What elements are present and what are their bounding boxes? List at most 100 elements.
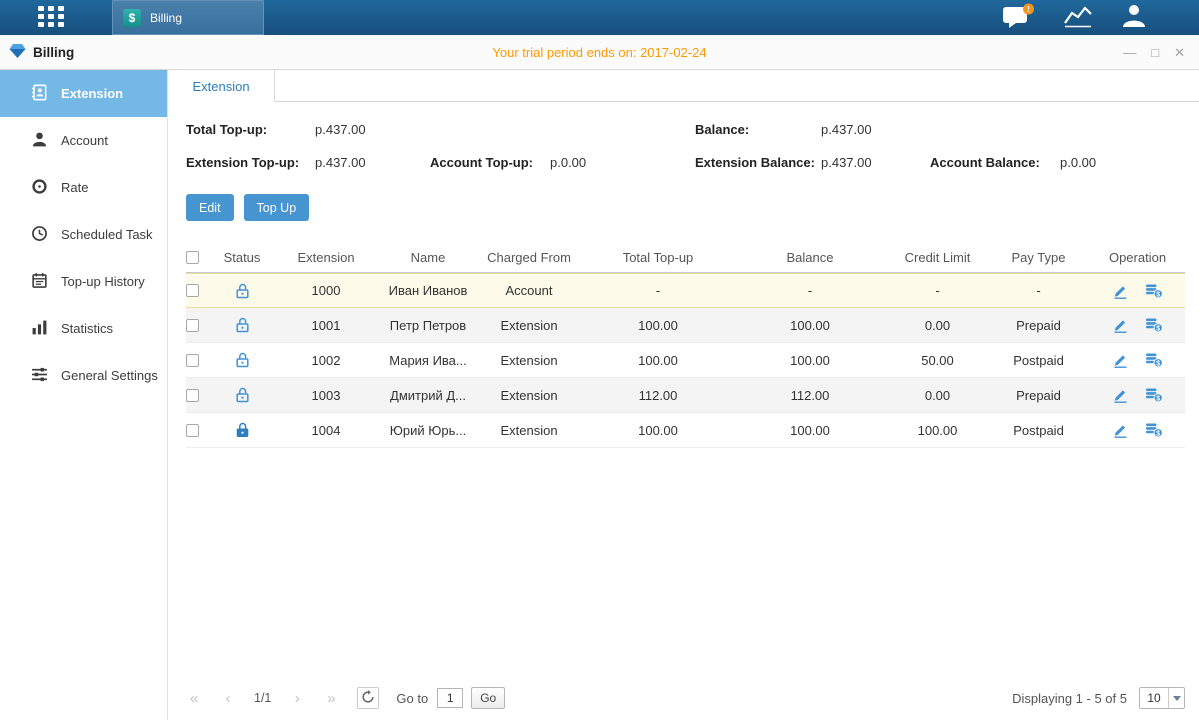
- billing-app-tab-label: Billing: [150, 11, 182, 25]
- sidebar-item-statistics[interactable]: Statistics: [0, 305, 167, 352]
- cell-charged_from: Extension: [476, 423, 582, 438]
- user-icon: [1121, 3, 1147, 32]
- cell-balance: -: [734, 283, 886, 298]
- cell-credit_limit: 100.00: [886, 423, 989, 438]
- sliders-icon: [31, 366, 48, 386]
- row-checkbox[interactable]: [186, 354, 199, 367]
- col-pay-type: Pay Type: [989, 250, 1088, 265]
- clock-icon: [31, 225, 48, 245]
- row-checkbox[interactable]: [186, 319, 199, 332]
- prev-page-icon[interactable]: ‹: [220, 690, 236, 707]
- refresh-icon: [361, 690, 375, 707]
- edit-pencil-icon[interactable]: [1112, 387, 1129, 403]
- col-status: Status: [212, 250, 272, 265]
- edit-pencil-icon[interactable]: [1112, 283, 1129, 299]
- col-extension: Extension: [272, 250, 380, 265]
- calendar-icon: [31, 272, 48, 292]
- extension-topup-label: Extension Top-up:: [186, 155, 315, 170]
- sidebar-item-scheduled-task[interactable]: Scheduled Task: [0, 211, 167, 258]
- cell-charged_from: Account: [476, 283, 582, 298]
- cell-balance: 100.00: [734, 353, 886, 368]
- maximize-icon[interactable]: □: [1151, 46, 1159, 59]
- select-all-checkbox[interactable]: [186, 251, 199, 264]
- apps-grid-button[interactable]: [38, 6, 66, 30]
- row-topup-icon[interactable]: $: [1145, 422, 1163, 438]
- top-bar: $ Billing !: [0, 0, 1199, 35]
- account-balance-value: p.0.00: [1060, 155, 1185, 170]
- minimize-icon[interactable]: —: [1123, 46, 1136, 59]
- row-topup-icon[interactable]: $: [1145, 352, 1163, 368]
- status-lock-icon: [235, 422, 250, 438]
- row-checkbox[interactable]: [186, 424, 199, 437]
- table-row: 1001 Петр Петров Extension 100.00 100.00…: [186, 308, 1185, 343]
- edit-pencil-icon[interactable]: [1112, 317, 1129, 333]
- go-button[interactable]: Go: [471, 687, 505, 709]
- table-header: Status Extension Name Charged From Total…: [186, 243, 1185, 273]
- reports-button[interactable]: [1063, 4, 1093, 31]
- refresh-button[interactable]: [357, 687, 379, 709]
- trial-notice: Your trial period ends on: 2017-02-24: [0, 45, 1199, 60]
- cell-extension: 1004: [272, 423, 380, 438]
- svg-text:$: $: [1156, 360, 1160, 367]
- edit-pencil-icon[interactable]: [1112, 352, 1129, 368]
- billing-app-tab[interactable]: $ Billing: [112, 0, 264, 35]
- row-topup-icon[interactable]: $: [1145, 283, 1163, 299]
- rate-ring-icon: [31, 178, 48, 198]
- table-row: 1000 Иван Иванов Account - - - -: [186, 273, 1185, 308]
- cell-total_topup: 100.00: [582, 318, 734, 333]
- window-title: Billing: [33, 45, 74, 60]
- cell-balance: 100.00: [734, 318, 886, 333]
- table-row: 1004 Юрий Юрь... Extension 100.00 100.00…: [186, 413, 1185, 448]
- row-checkbox[interactable]: [186, 284, 199, 297]
- user-menu-button[interactable]: [1121, 3, 1147, 32]
- sidebar-item-account[interactable]: Account: [0, 117, 167, 164]
- tab-extension-label: Extension: [192, 79, 249, 94]
- row-topup-icon[interactable]: $: [1145, 317, 1163, 333]
- first-page-icon[interactable]: «: [186, 690, 202, 707]
- cell-balance: 112.00: [734, 388, 886, 403]
- status-lock-icon: [235, 352, 250, 368]
- sidebar-item-label: Extension: [61, 86, 123, 101]
- last-page-icon[interactable]: »: [323, 690, 339, 707]
- cell-credit_limit: 50.00: [886, 353, 989, 368]
- col-total-topup: Total Top-up: [582, 250, 734, 265]
- sidebar-item-extension[interactable]: Extension: [0, 70, 167, 117]
- sidebar-item-label: Top-up History: [61, 274, 145, 289]
- sidebar-item-label: Scheduled Task: [61, 227, 153, 242]
- status-lock-icon: [235, 317, 250, 333]
- sidebar-item-rate[interactable]: Rate: [0, 164, 167, 211]
- tab-extension[interactable]: Extension: [168, 70, 275, 102]
- svg-text:$: $: [1156, 291, 1160, 298]
- top-up-button[interactable]: Top Up: [244, 194, 310, 221]
- displaying-text: Displaying 1 - 5 of 5: [1012, 691, 1127, 706]
- svg-text:$: $: [1156, 395, 1160, 402]
- sidebar: Extension Account Rate: [0, 70, 168, 720]
- close-icon[interactable]: ✕: [1174, 46, 1185, 59]
- sidebar-item-label: Account: [61, 133, 108, 148]
- col-name: Name: [380, 250, 476, 265]
- col-balance: Balance: [734, 250, 886, 265]
- row-topup-icon[interactable]: $: [1145, 387, 1163, 403]
- cell-charged_from: Extension: [476, 388, 582, 403]
- page-size-select[interactable]: 10: [1139, 687, 1185, 709]
- goto-label: Go to: [396, 691, 428, 706]
- next-page-icon[interactable]: ›: [289, 690, 305, 707]
- cell-charged_from: Extension: [476, 318, 582, 333]
- total-topup-label: Total Top-up:: [186, 122, 315, 137]
- cell-name: Юрий Юрь...: [380, 423, 476, 438]
- sidebar-item-general-settings[interactable]: General Settings: [0, 352, 167, 399]
- extension-balance-value: p.437.00: [821, 155, 930, 170]
- apps-grid-icon: [38, 6, 66, 30]
- cell-extension: 1001: [272, 318, 380, 333]
- goto-page-input[interactable]: [437, 688, 463, 708]
- cell-pay_type: Prepaid: [989, 388, 1088, 403]
- cell-balance: 100.00: [734, 423, 886, 438]
- notifications-button[interactable]: !: [1002, 3, 1035, 33]
- row-checkbox[interactable]: [186, 389, 199, 402]
- sidebar-item-topup-history[interactable]: Top-up History: [0, 258, 167, 305]
- edit-button[interactable]: Edit: [186, 194, 234, 221]
- pagination-bar: « ‹ 1/1 › » Go to Go Display: [186, 686, 1185, 710]
- edit-pencil-icon[interactable]: [1112, 422, 1129, 438]
- extension-book-icon: [31, 84, 48, 104]
- cell-pay_type: Postpaid: [989, 423, 1088, 438]
